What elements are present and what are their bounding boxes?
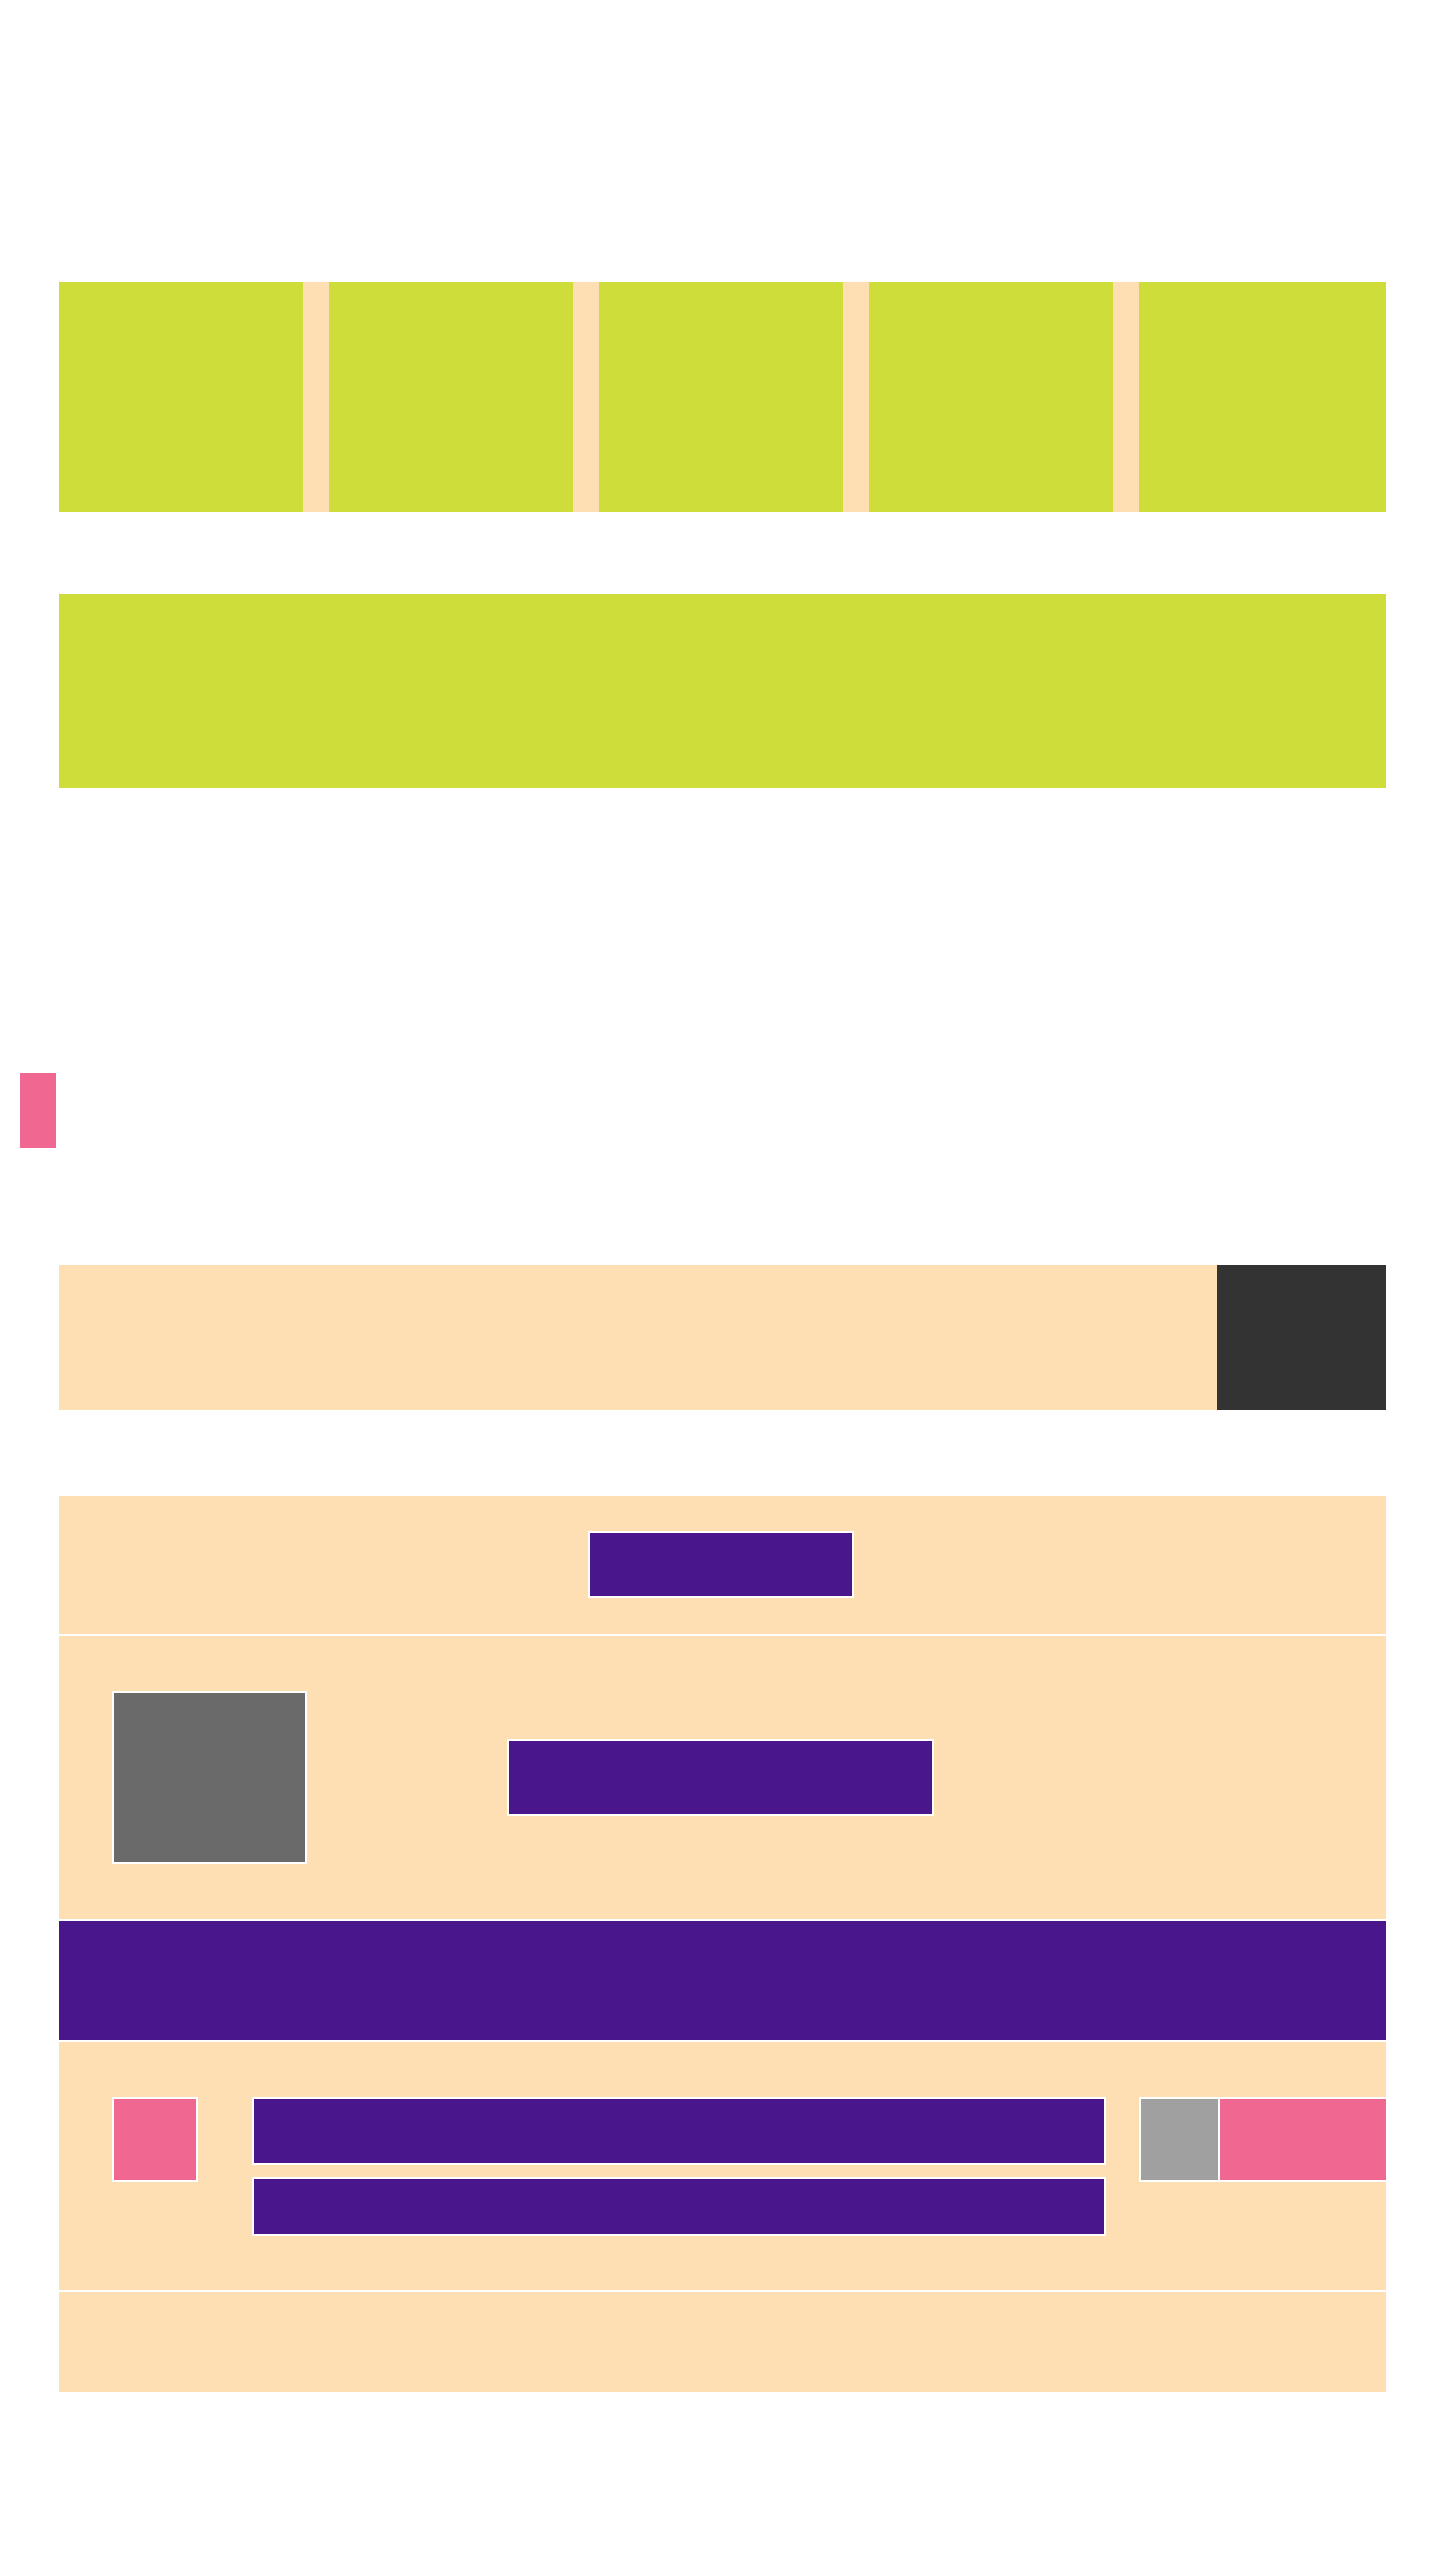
list-item-subtitle (252, 2177, 1106, 2236)
card-header-button[interactable] (588, 1531, 854, 1598)
list-item-title (252, 2097, 1106, 2165)
card-media-button[interactable] (507, 1739, 934, 1816)
card-thumbnail-image (112, 1691, 307, 1864)
carousel-slide-3[interactable] (599, 282, 843, 512)
carousel-divider (1113, 282, 1139, 512)
carousel-slide-5[interactable] (1139, 282, 1386, 512)
carousel-divider (573, 282, 599, 512)
card-highlight-strip (59, 1921, 1386, 2040)
carousel-slide-4[interactable] (869, 282, 1113, 512)
carousel-slide-5-label (1139, 282, 1386, 512)
side-tab[interactable] (20, 1073, 56, 1148)
carousel-divider (303, 282, 329, 512)
carousel-divider (843, 282, 869, 512)
hero-banner[interactable] (59, 594, 1386, 788)
carousel-slide-2-label (329, 282, 573, 512)
promo-action-button[interactable] (1217, 1265, 1386, 1410)
carousel-slide-1-label (59, 282, 303, 512)
carousel-slide-2[interactable] (329, 282, 573, 512)
promo-bar (59, 1265, 1217, 1410)
list-item-toggle[interactable] (1139, 2097, 1220, 2182)
carousel-slide-4-label (869, 282, 1113, 512)
carousel-slide-3-label (599, 282, 843, 512)
list-item-action-button[interactable] (1218, 2097, 1386, 2182)
card-footer (59, 2292, 1386, 2392)
list-item-badge (112, 2097, 198, 2182)
carousel-slide-1[interactable] (59, 282, 303, 512)
